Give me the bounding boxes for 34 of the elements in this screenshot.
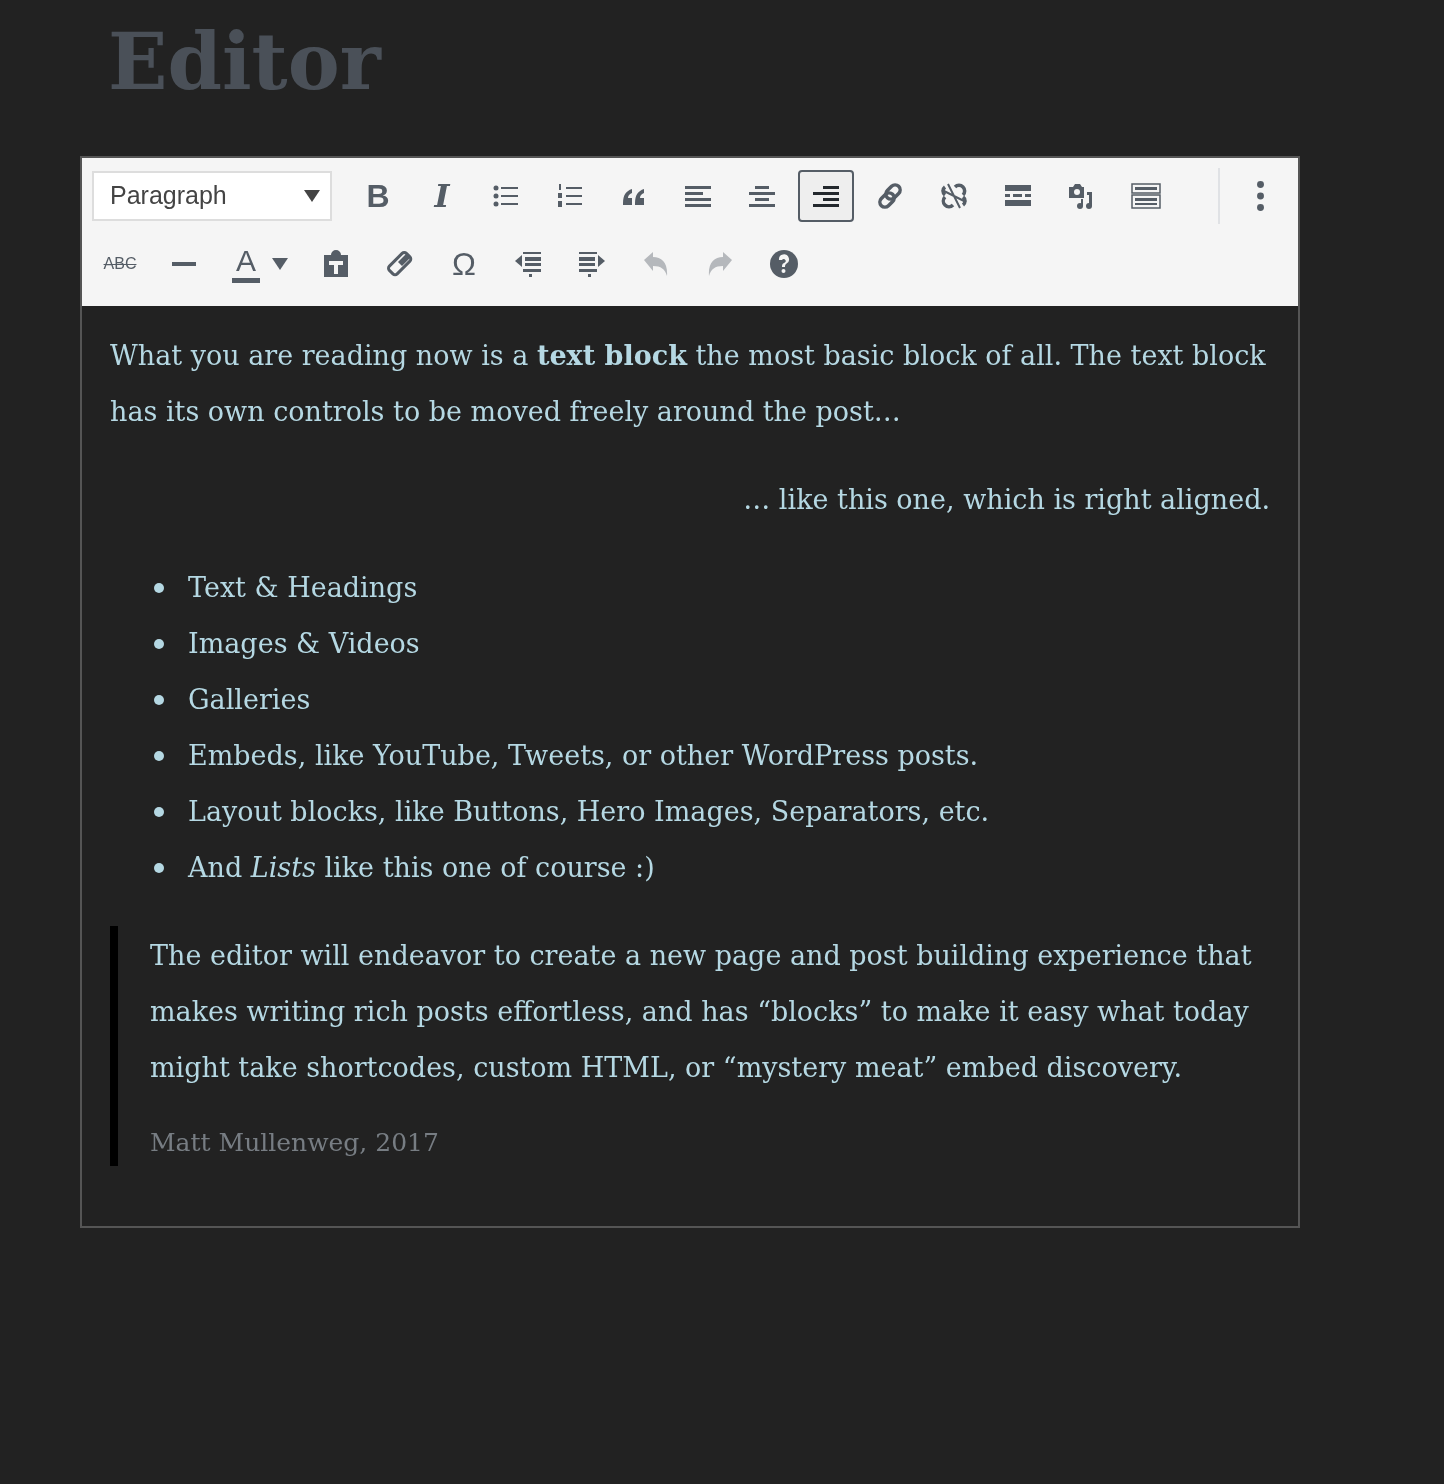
strikethrough-button[interactable]: ABC	[92, 238, 148, 290]
caret-icon	[304, 190, 320, 202]
align-right-button[interactable]	[798, 170, 854, 222]
eraser-icon	[385, 249, 415, 279]
list-item: Text & Headings	[188, 571, 418, 605]
bullet-icon	[154, 863, 164, 873]
outdent-icon	[513, 249, 543, 279]
caret-icon	[272, 258, 288, 270]
bold-button[interactable]: B	[350, 170, 406, 222]
italic-button[interactable]: I	[414, 170, 470, 222]
special-character-button[interactable]: Ω	[436, 238, 492, 290]
quote-text: The editor will endeavor to create a new page and post building experience that makes writing rich posts effortless, and has “blocks” to make it easy what today might take shortcodes, custom HTML, or “mystery meat” embed discovery.	[150, 939, 1253, 1085]
bullet-icon	[154, 583, 164, 593]
link-icon	[875, 181, 905, 211]
help-icon	[769, 249, 799, 279]
list-item: Galleries	[188, 683, 311, 717]
vertical-dots-icon	[1256, 181, 1264, 211]
broken-link-icon	[939, 181, 969, 211]
paragraph-text: What you are reading now is a text block the most basic block of all. The text block has its own controls to be moved freely around the post…	[110, 339, 1267, 429]
bullet-icon	[154, 639, 164, 649]
list-item: Layout blocks, like Buttons, Hero Images, Separators, etc.	[188, 795, 990, 829]
bullet-icon	[154, 695, 164, 705]
list-item: And Lists like this one of course :)	[188, 851, 655, 885]
bullet-icon	[154, 807, 164, 817]
quote-citation: Matt Mullenweg, 2017	[150, 1127, 440, 1159]
format-dropdown[interactable]: Paragraph	[92, 171, 332, 221]
list-item: Embeds, like YouTube, Tweets, or other WordPress posts.	[188, 739, 979, 773]
list-item: Images & Videos	[188, 627, 420, 661]
text-color-button[interactable]: A	[220, 238, 300, 290]
indent-icon	[577, 249, 607, 279]
clipboard-icon	[321, 249, 351, 279]
paragraph-text: … like this one, which is right aligned.	[742, 483, 1270, 517]
bullet-icon	[154, 751, 164, 761]
keyboard-icon	[1131, 181, 1161, 211]
